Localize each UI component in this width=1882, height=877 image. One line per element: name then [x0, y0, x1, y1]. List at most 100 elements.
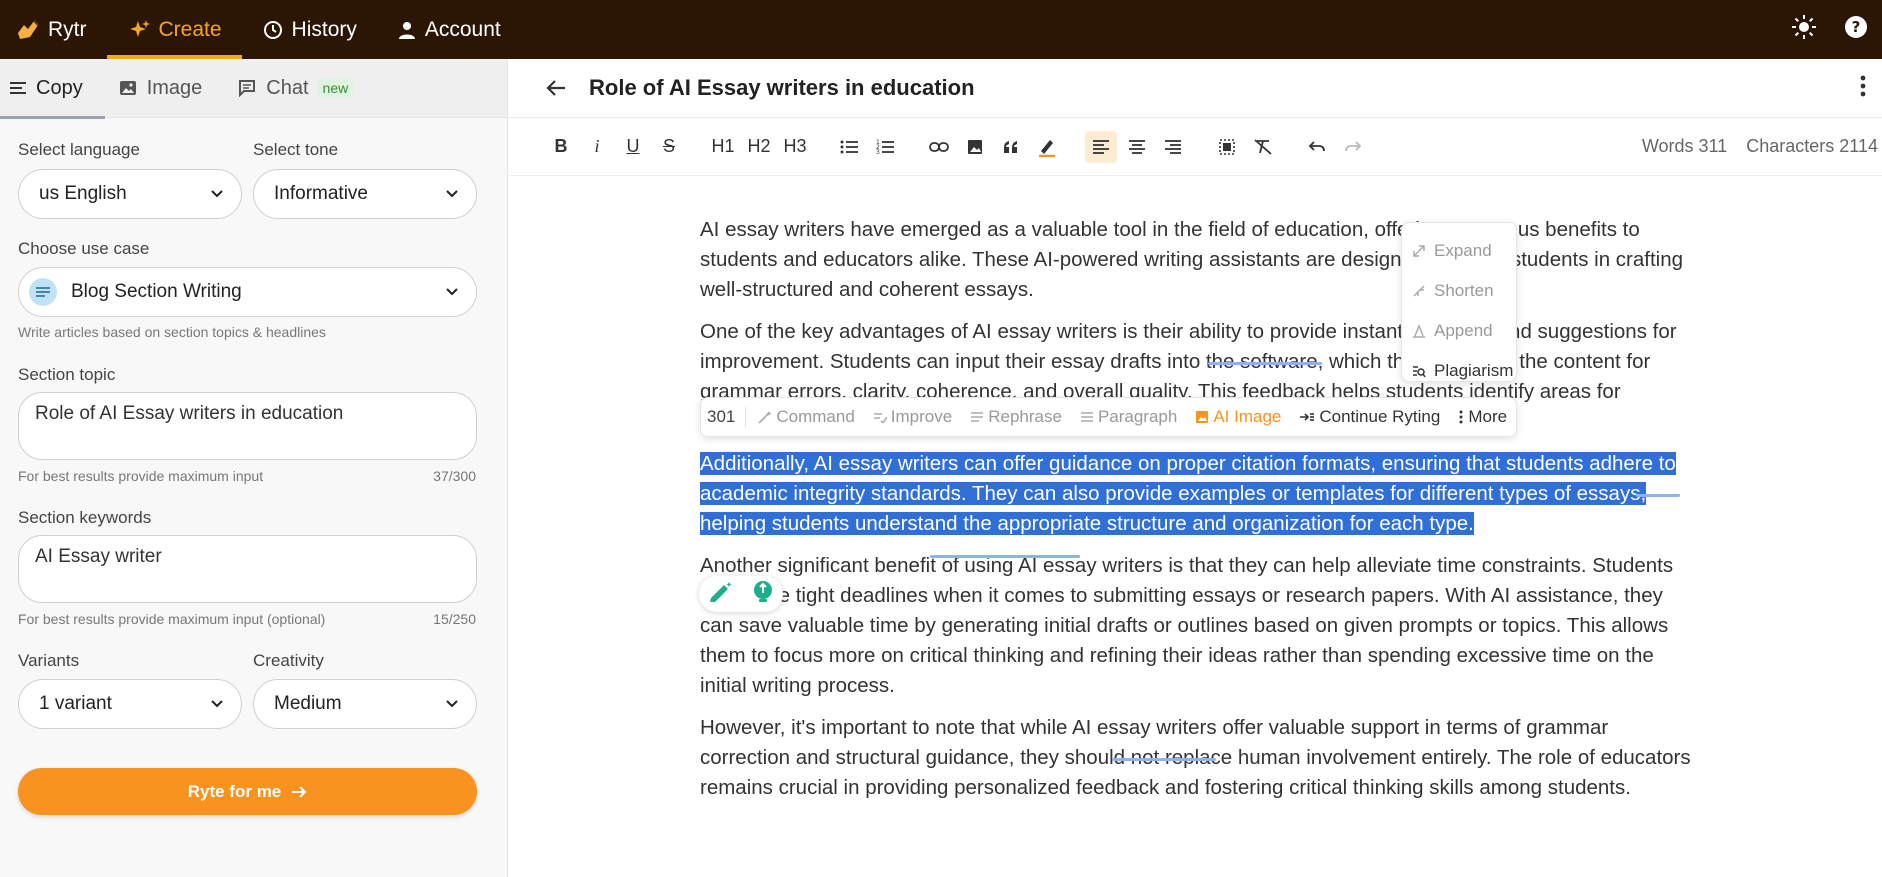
command-button[interactable]: Command: [758, 407, 855, 427]
improve-button[interactable]: Improve: [873, 407, 952, 427]
edit-pencil-icon[interactable]: [708, 581, 734, 608]
improve-icon: [873, 411, 887, 423]
creativity-value: Medium: [274, 693, 342, 714]
menu-item-label: Append: [1434, 321, 1493, 340]
menu-item-shorten[interactable]: Shorten: [1402, 271, 1516, 311]
paragraph-label: Paragraph: [1097, 407, 1178, 426]
numbered-list-icon[interactable]: 123: [869, 131, 901, 163]
menu-item-label: Plagiarism: [1434, 361, 1514, 380]
chevron-down-icon: [444, 185, 460, 207]
paragraph-button[interactable]: Paragraph: [1080, 407, 1177, 427]
help-button[interactable]: ?: [1830, 0, 1882, 59]
creativity-select[interactable]: Medium: [253, 679, 477, 729]
arrow-right-icon: [291, 785, 307, 799]
ai-image-label: AI Image: [1213, 407, 1282, 426]
menu-item-expand[interactable]: Expand: [1402, 231, 1516, 271]
continue-ryting-label: Continue Ryting: [1319, 407, 1441, 426]
selected-text[interactable]: Additionally, AI essay writers can offer…: [700, 452, 1676, 535]
section-topic-input[interactable]: Role of AI Essay writers in education: [18, 392, 477, 460]
chevron-down-icon: [209, 185, 225, 207]
section-keywords-hint: For best results provide maximum input (…: [18, 611, 326, 627]
ai-image-button[interactable]: AI Image: [1195, 407, 1281, 427]
paragraph[interactable]: Another significant benefit of using AI …: [700, 551, 1695, 701]
tab-image[interactable]: Image: [105, 59, 225, 118]
svg-text:?: ?: [1852, 18, 1861, 36]
underline-button[interactable]: U: [617, 131, 649, 163]
menu-item-label: Expand: [1434, 241, 1492, 260]
blog-section-icon: [29, 278, 57, 306]
new-badge: new: [316, 78, 355, 98]
nav-account[interactable]: Account: [377, 0, 521, 59]
strikethrough-button[interactable]: S: [653, 131, 685, 163]
bullet-list-icon[interactable]: [833, 131, 865, 163]
insert-image-icon[interactable]: [959, 131, 991, 163]
image-icon: [1195, 410, 1209, 424]
nav-history[interactable]: History: [242, 0, 377, 59]
more-vertical-icon: [1458, 410, 1464, 424]
section-keywords-count: 15/250: [433, 611, 476, 627]
spellcheck-underline: [1112, 758, 1216, 761]
chat-icon: [238, 79, 256, 97]
ryte-for-me-button[interactable]: Ryte for me: [18, 768, 477, 815]
continue-ryting-button[interactable]: Continue Ryting: [1299, 407, 1440, 427]
quote-icon[interactable]: [995, 131, 1027, 163]
rephrase-button[interactable]: Rephrase: [970, 407, 1062, 427]
editor-content[interactable]: AI essay writers have emerged as a valua…: [700, 215, 1695, 815]
improve-label: Improve: [890, 407, 953, 426]
back-arrow-icon[interactable]: [545, 78, 575, 98]
italic-button[interactable]: i: [581, 131, 613, 163]
use-case-label: Choose use case: [18, 239, 150, 258]
section-keywords-input[interactable]: AI Essay writer: [18, 535, 477, 603]
nav-account-label: Account: [424, 17, 501, 41]
variants-value: 1 variant: [39, 693, 112, 714]
tab-chat[interactable]: Chat new: [224, 59, 376, 118]
use-case-select[interactable]: Blog Section Writing: [18, 267, 477, 317]
paragraph-icon: [1080, 411, 1094, 423]
link-icon[interactable]: [923, 131, 955, 163]
align-left-icon[interactable]: [1085, 130, 1117, 163]
section-topic-count: 37/300: [433, 468, 476, 484]
editor-titlebar: Role of AI Essay writers in education: [509, 59, 1882, 118]
tone-select[interactable]: Informative: [253, 169, 477, 219]
more-vertical-icon[interactable]: [1860, 75, 1866, 102]
tab-copy-label: Copy: [36, 76, 83, 99]
top-nav: Rytr Create History Account ?: [0, 0, 1882, 59]
variants-select[interactable]: 1 variant: [18, 679, 242, 729]
h2-button[interactable]: H2: [743, 131, 775, 163]
lightbulb-icon[interactable]: [752, 580, 774, 609]
word-character-counts: Words 311 Characters 2114: [1628, 136, 1878, 157]
image-icon: [119, 80, 137, 96]
bold-button[interactable]: B: [545, 131, 577, 163]
tone-value: Informative: [274, 183, 368, 204]
rephrase-icon: [970, 411, 984, 423]
mode-tabs: Copy Image Chat new: [0, 59, 507, 119]
select-all-icon[interactable]: [1211, 131, 1243, 163]
highlight-pen-icon[interactable]: [1031, 131, 1063, 163]
h1-button[interactable]: H1: [707, 131, 739, 163]
paragraph[interactable]: AI essay writers have emerged as a valua…: [700, 215, 1695, 305]
tone-label: Select tone: [253, 140, 339, 159]
tab-copy[interactable]: Copy: [0, 59, 105, 119]
menu-item-plagiarism[interactable]: Plagiarism: [1402, 351, 1516, 391]
selection-toolbar: 301 Command Improve Rephrase Paragraph A…: [700, 397, 1517, 437]
chevron-down-icon: [209, 695, 225, 717]
spellcheck-underline: [1208, 362, 1322, 365]
redo-icon[interactable]: [1337, 131, 1369, 163]
character-count: Characters 2114: [1746, 136, 1878, 156]
history-icon: [262, 19, 284, 41]
language-select[interactable]: us English: [18, 169, 242, 219]
nav-create[interactable]: Create: [106, 0, 242, 59]
format-toolbar: B i U S H1 H2 H3 123 Words 311 Character…: [509, 118, 1882, 176]
menu-item-append[interactable]: Append: [1402, 311, 1516, 351]
align-center-icon[interactable]: [1121, 131, 1153, 163]
theme-toggle[interactable]: [1778, 0, 1830, 59]
h3-button[interactable]: H3: [779, 131, 811, 163]
undo-icon[interactable]: [1301, 131, 1333, 163]
document-title[interactable]: Role of AI Essay writers in education: [589, 75, 975, 101]
brand-logo[interactable]: Rytr: [0, 0, 107, 59]
more-button[interactable]: More: [1458, 407, 1507, 427]
ryte-button-label: Ryte for me: [187, 781, 282, 801]
clear-format-icon[interactable]: [1247, 131, 1279, 163]
align-right-icon[interactable]: [1157, 131, 1189, 163]
selected-paragraph[interactable]: Additionally, AI essay writers can offer…: [700, 449, 1695, 539]
